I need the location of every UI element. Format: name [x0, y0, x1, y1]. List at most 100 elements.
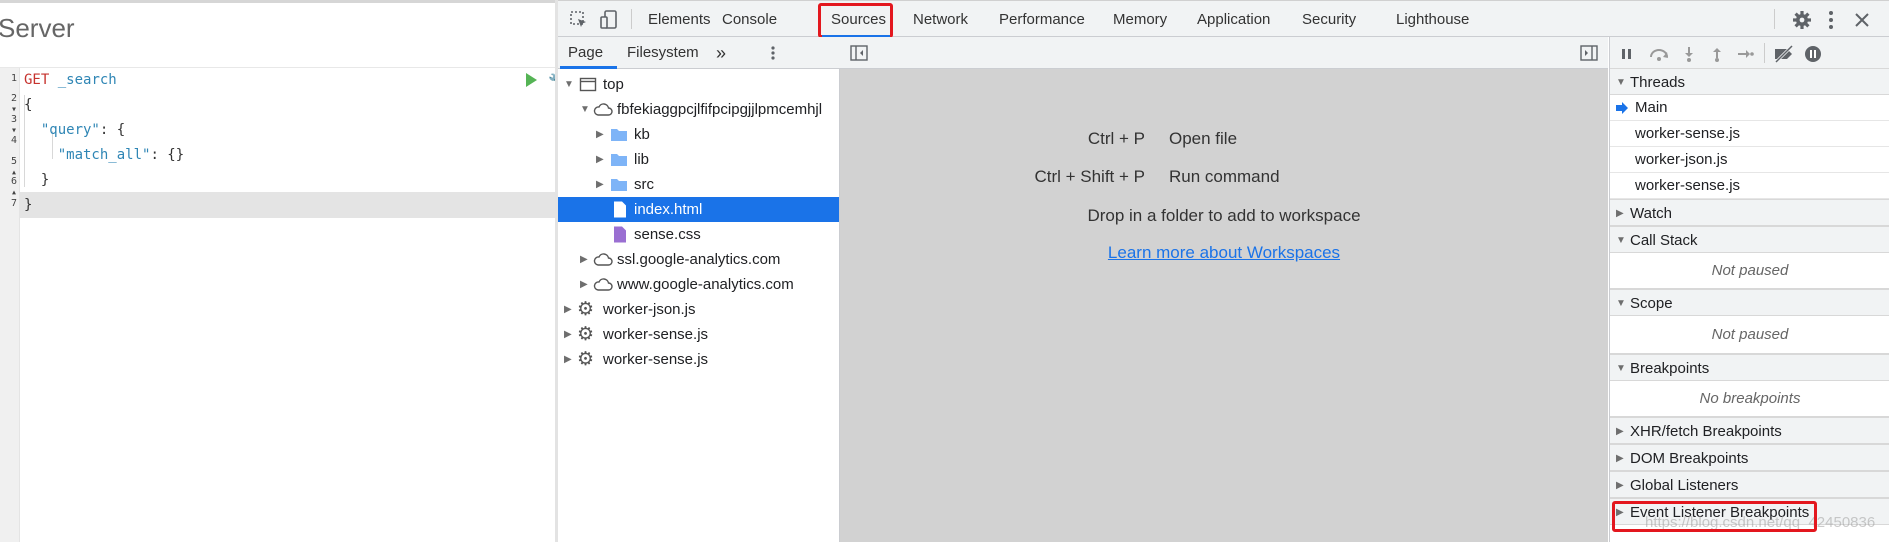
tab-lighthouse[interactable]: Lighthouse — [1396, 1, 1469, 38]
collapse-arrow-icon[interactable]: ▶ — [564, 347, 572, 372]
frame-icon — [579, 77, 597, 92]
gutter-line-2[interactable]: 2 ▾ — [0, 93, 20, 115]
tree-item-www-google[interactable]: ▶ www.google-analytics.com — [558, 272, 839, 297]
expand-arrow-icon[interactable]: ▼ — [580, 97, 590, 122]
collapse-arrow-icon[interactable]: ▶ — [580, 247, 588, 272]
more-tabs-button[interactable]: » — [716, 37, 726, 69]
code-line-6[interactable]: } — [24, 193, 32, 218]
section-watch[interactable]: ▶ Watch — [1610, 199, 1889, 226]
request-path: _search — [49, 72, 117, 88]
code-line-5[interactable]: } — [24, 168, 49, 193]
collapse-arrow-icon[interactable]: ▶ — [596, 147, 604, 172]
thread-worker-sense[interactable]: worker-sense.js — [1610, 173, 1889, 199]
section-scope[interactable]: ▼ Scope — [1610, 289, 1889, 316]
json-punct: } — [40, 172, 50, 188]
tree-item-extension[interactable]: ▼ fbfekiaggpcjlfifpcipgjjlpmcemhjl — [558, 97, 839, 122]
tree-item-sense-css[interactable]: sense.css — [558, 222, 839, 247]
sense-console: Server 1 2 ▾ 3 ▾ 4 5 ▴ 6 ▴ 7 GET _search… — [0, 0, 557, 542]
expand-arrow-icon: ▼ — [1616, 77, 1626, 88]
tree-item-index-html[interactable]: index.html — [558, 197, 839, 222]
shortcut-label: Open file — [1169, 129, 1238, 148]
code-line-4[interactable]: "match_all": {} — [24, 143, 184, 168]
expand-arrow-icon: ▼ — [1616, 298, 1626, 309]
tree-item-label: kb — [634, 126, 650, 143]
toggle-navigator-icon[interactable] — [850, 45, 868, 61]
section-call-stack[interactable]: ▼ Call Stack — [1610, 226, 1889, 253]
pause-icon[interactable] — [1618, 45, 1636, 63]
collapse-arrow-icon[interactable]: ▶ — [580, 272, 588, 297]
tree-item-folder-kb[interactable]: ▶ kb — [558, 122, 839, 147]
section-title: Call Stack — [1630, 232, 1698, 249]
run-request-button[interactable] — [526, 73, 537, 87]
learn-workspaces-link[interactable]: Learn more about Workspaces — [840, 243, 1608, 263]
deactivate-breakpoints-icon[interactable] — [1772, 45, 1796, 63]
gutter-line-5[interactable]: 5 ▴ — [0, 156, 20, 178]
expand-arrow-icon: ▼ — [1616, 363, 1626, 374]
collapse-arrow-icon: ▶ — [1616, 426, 1624, 437]
collapse-arrow-icon[interactable]: ▶ — [596, 172, 604, 197]
tree-item-folder-src[interactable]: ▶ src — [558, 172, 839, 197]
tab-network[interactable]: Network — [913, 1, 968, 38]
worker-gear-icon: ⚙ — [577, 299, 595, 320]
thread-main[interactable]: Main — [1610, 95, 1889, 121]
step-into-icon[interactable] — [1680, 45, 1698, 63]
expand-arrow-icon: ▼ — [1616, 235, 1626, 246]
tree-item-folder-lib[interactable]: ▶ lib — [558, 147, 839, 172]
tab-console[interactable]: Console — [722, 1, 777, 38]
thread-worker-json[interactable]: worker-json.js — [1610, 147, 1889, 173]
folder-icon — [611, 154, 627, 166]
step-over-icon[interactable] — [1648, 45, 1670, 63]
gutter-line-6[interactable]: 6 ▴ — [0, 176, 20, 198]
tab-application[interactable]: Application — [1197, 1, 1270, 38]
section-dom-breakpoints[interactable]: ▶ DOM Breakpoints — [1610, 444, 1889, 471]
collapse-arrow-icon[interactable]: ▶ — [564, 297, 572, 322]
toolbar-separator — [1764, 43, 1765, 63]
tab-memory[interactable]: Memory — [1113, 1, 1167, 38]
device-toolbar-icon[interactable] — [598, 9, 620, 31]
section-global-listeners[interactable]: ▶ Global Listeners — [1610, 471, 1889, 498]
tab-security[interactable]: Security — [1302, 1, 1356, 38]
navigator-tabs: Page Filesystem » — [558, 37, 840, 69]
section-threads[interactable]: ▼ Threads — [1610, 68, 1889, 95]
gutter-line-7: 7 — [10, 198, 17, 209]
more-options-icon[interactable] — [1820, 9, 1842, 31]
step-out-icon[interactable] — [1708, 45, 1726, 63]
tree-item-worker-sense[interactable]: ▶ ⚙ worker-sense.js — [558, 347, 839, 372]
tree-item-top[interactable]: ▼ top — [558, 72, 839, 97]
worker-gear-icon: ⚙ — [577, 349, 595, 370]
thread-worker-sense[interactable]: worker-sense.js — [1610, 121, 1889, 147]
expand-arrow-icon[interactable]: ▼ — [564, 72, 574, 97]
tree-item-ssl-google[interactable]: ▶ ssl.google-analytics.com — [558, 247, 839, 272]
tree-item-worker-json[interactable]: ▶ ⚙ worker-json.js — [558, 297, 839, 322]
code-line-2[interactable]: { — [24, 93, 32, 118]
nav-tab-filesystem[interactable]: Filesystem — [627, 37, 699, 69]
debugger-sidebar: ▼ Threads Main worker-sense.js worker-js… — [1609, 37, 1889, 542]
gear-icon[interactable] — [1791, 9, 1813, 31]
toggle-debugger-icon[interactable] — [1580, 45, 1598, 61]
nav-tab-page[interactable]: Page — [568, 37, 603, 69]
tab-performance[interactable]: Performance — [999, 1, 1085, 38]
tab-elements[interactable]: Elements — [648, 1, 711, 38]
collapse-arrow-icon[interactable]: ▶ — [564, 322, 572, 347]
collapse-arrow-icon: ▶ — [1616, 480, 1624, 491]
close-icon[interactable] — [1851, 9, 1873, 31]
gutter-line-3[interactable]: 3 ▾ — [0, 114, 20, 136]
navigator-menu-icon[interactable] — [765, 45, 781, 61]
section-breakpoints[interactable]: ▼ Breakpoints — [1610, 354, 1889, 381]
section-title: Watch — [1630, 205, 1672, 222]
code-line-1[interactable]: GET _search — [24, 68, 117, 93]
inspect-element-icon[interactable] — [568, 9, 590, 31]
event-listener-highlight-box — [1612, 501, 1817, 532]
toolbar-separator — [1774, 9, 1775, 29]
shortcut-label: Run command — [1169, 167, 1280, 186]
collapse-arrow-icon: ▶ — [1616, 453, 1624, 464]
http-method: GET — [24, 72, 50, 88]
collapse-arrow-icon[interactable]: ▶ — [596, 122, 604, 147]
code-line-3[interactable]: "query": { — [24, 118, 125, 143]
section-xhr-breakpoints[interactable]: ▶ XHR/fetch Breakpoints — [1610, 417, 1889, 444]
step-icon[interactable] — [1736, 45, 1754, 63]
pause-on-exceptions-icon[interactable] — [1804, 45, 1822, 63]
tree-item-worker-sense[interactable]: ▶ ⚙ worker-sense.js — [558, 322, 839, 347]
call-stack-empty: Not paused — [1610, 253, 1889, 289]
request-editor[interactable]: 1 2 ▾ 3 ▾ 4 5 ▴ 6 ▴ 7 GET _search { "que… — [0, 67, 557, 542]
